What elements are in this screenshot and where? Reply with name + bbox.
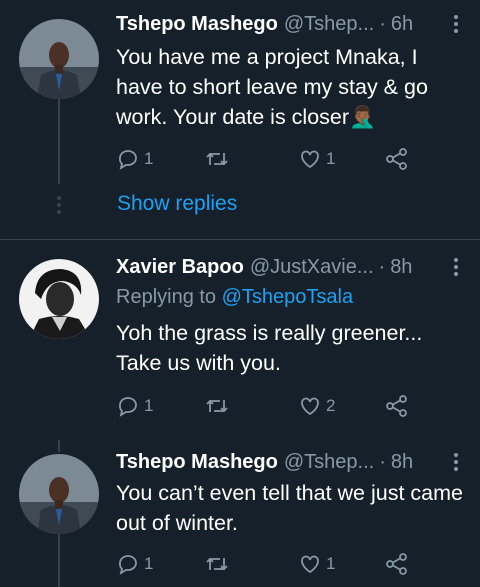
share-button[interactable] [384, 550, 410, 578]
reply-icon [119, 555, 137, 575]
reply-button[interactable]: 1 [116, 550, 153, 578]
show-replies-link[interactable]: Show replies [117, 192, 237, 216]
retweet-button[interactable] [204, 392, 234, 420]
like-icon [301, 555, 319, 574]
mention-link[interactable]: @TshepoTsala [222, 286, 353, 308]
retweet-icon [206, 399, 228, 413]
share-button[interactable] [384, 145, 410, 173]
reply-count: 1 [144, 554, 154, 573]
retweet-button[interactable] [204, 550, 234, 578]
timestamp[interactable]: 8h [391, 451, 413, 474]
retweet-button[interactable] [204, 145, 234, 173]
like-button[interactable]: 1 [298, 145, 335, 173]
like-button[interactable]: 2 [298, 392, 335, 420]
reply-icon [119, 397, 137, 417]
tweet-header: Tshepo Mashego @Tshep... · 6h [116, 10, 466, 38]
separator: · [379, 450, 386, 473]
author-handle[interactable]: @Tshep... [284, 13, 374, 36]
thread-line [58, 534, 60, 587]
share-icon [386, 148, 407, 170]
like-button[interactable]: 1 [298, 550, 335, 578]
reply-button[interactable]: 1 [116, 392, 153, 420]
like-count: 2 [326, 396, 336, 415]
reply-icon [119, 150, 137, 170]
divider [0, 239, 480, 240]
author-handle[interactable]: @Tshep... [284, 451, 374, 474]
retweet-icon [206, 152, 228, 166]
tweet-header: Tshepo Mashego @Tshep... · 8h [116, 448, 466, 476]
author-name[interactable]: Xavier Bapoo [116, 256, 244, 279]
separator: · [379, 12, 386, 35]
share-icon [386, 553, 407, 575]
tweet-actions: 1 1 [116, 550, 416, 578]
timestamp[interactable]: 8h [390, 256, 412, 279]
thread-line [58, 440, 60, 452]
tweet-text: You have me a project Mnaka, I have to s… [116, 45, 428, 129]
tweet-header: Xavier Bapoo @JustXavie... · 8h [116, 253, 466, 281]
timestamp[interactable]: 6h [391, 13, 413, 36]
thread-dots [57, 196, 61, 214]
share-icon [386, 395, 407, 417]
author-name[interactable]: Tshepo Mashego [116, 451, 278, 474]
author-handle[interactable]: @JustXavie... [250, 256, 374, 279]
reply-count: 1 [144, 396, 154, 415]
avatar[interactable] [19, 259, 99, 339]
share-button[interactable] [384, 392, 410, 420]
retweet-icon [206, 557, 228, 571]
tweet-actions: 1 2 [116, 392, 416, 420]
more-icon[interactable] [454, 258, 458, 276]
tweet-text: You can’t even tell that we just came ou… [116, 481, 463, 535]
tweet-actions: 1 1 [116, 145, 416, 173]
author-name[interactable]: Tshepo Mashego [116, 13, 278, 36]
like-icon [301, 397, 319, 416]
separator: · [378, 255, 386, 278]
avatar[interactable] [19, 19, 99, 99]
like-icon [301, 150, 319, 169]
reply-count: 1 [144, 149, 154, 168]
more-icon[interactable] [454, 15, 458, 33]
avatar[interactable] [19, 454, 99, 534]
replying-to: Replying to @TshepoTsala [116, 286, 353, 309]
more-icon[interactable] [454, 453, 458, 471]
tweet-text: Yoh the grass is really greener... Take … [116, 321, 423, 375]
replying-prefix: Replying to [116, 286, 222, 308]
like-count: 1 [326, 554, 336, 573]
reply-button[interactable]: 1 [116, 145, 153, 173]
like-count: 1 [326, 149, 336, 168]
thread-line [58, 98, 60, 184]
